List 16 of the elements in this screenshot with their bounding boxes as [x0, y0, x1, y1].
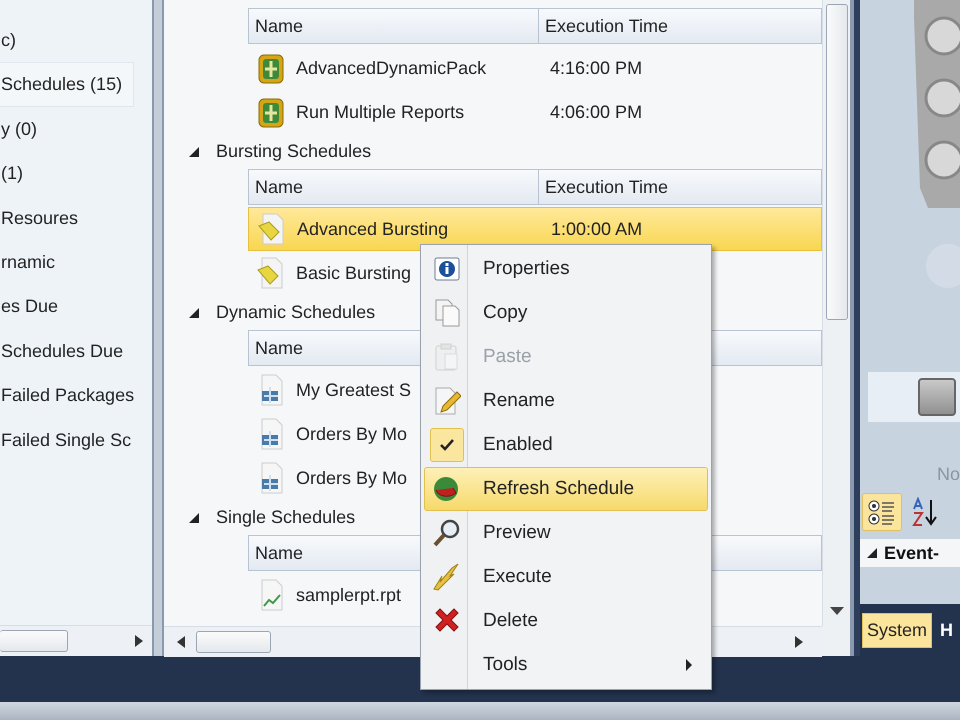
- group-title: Dynamic Schedules: [216, 302, 376, 323]
- table-cell-text: AdvancedDynamicPack: [296, 58, 488, 78]
- table-cell: Basic Bursting: [296, 262, 412, 284]
- table-cell: 1:00:00 AM: [551, 218, 642, 240]
- table-cell: 4:06:00 PM: [550, 102, 642, 122]
- table-cell-text: Advanced Bursting: [297, 218, 450, 240]
- table-cell-text: Run Multiple Reports: [296, 102, 466, 122]
- section-title: Event-: [884, 542, 940, 564]
- table-cell: Orders By Mo: [296, 468, 408, 488]
- group-title: Bursting Schedules: [216, 141, 372, 162]
- table-cell: samplerpt.rpt: [296, 584, 402, 606]
- table-cell: My Greatest S: [296, 380, 412, 400]
- status-caption: No: [936, 464, 960, 485]
- table-cell: 4:16:00 PM: [550, 58, 642, 78]
- group-title: Single Schedules: [216, 507, 356, 528]
- table-cell: Orders By Mo: [296, 424, 408, 444]
